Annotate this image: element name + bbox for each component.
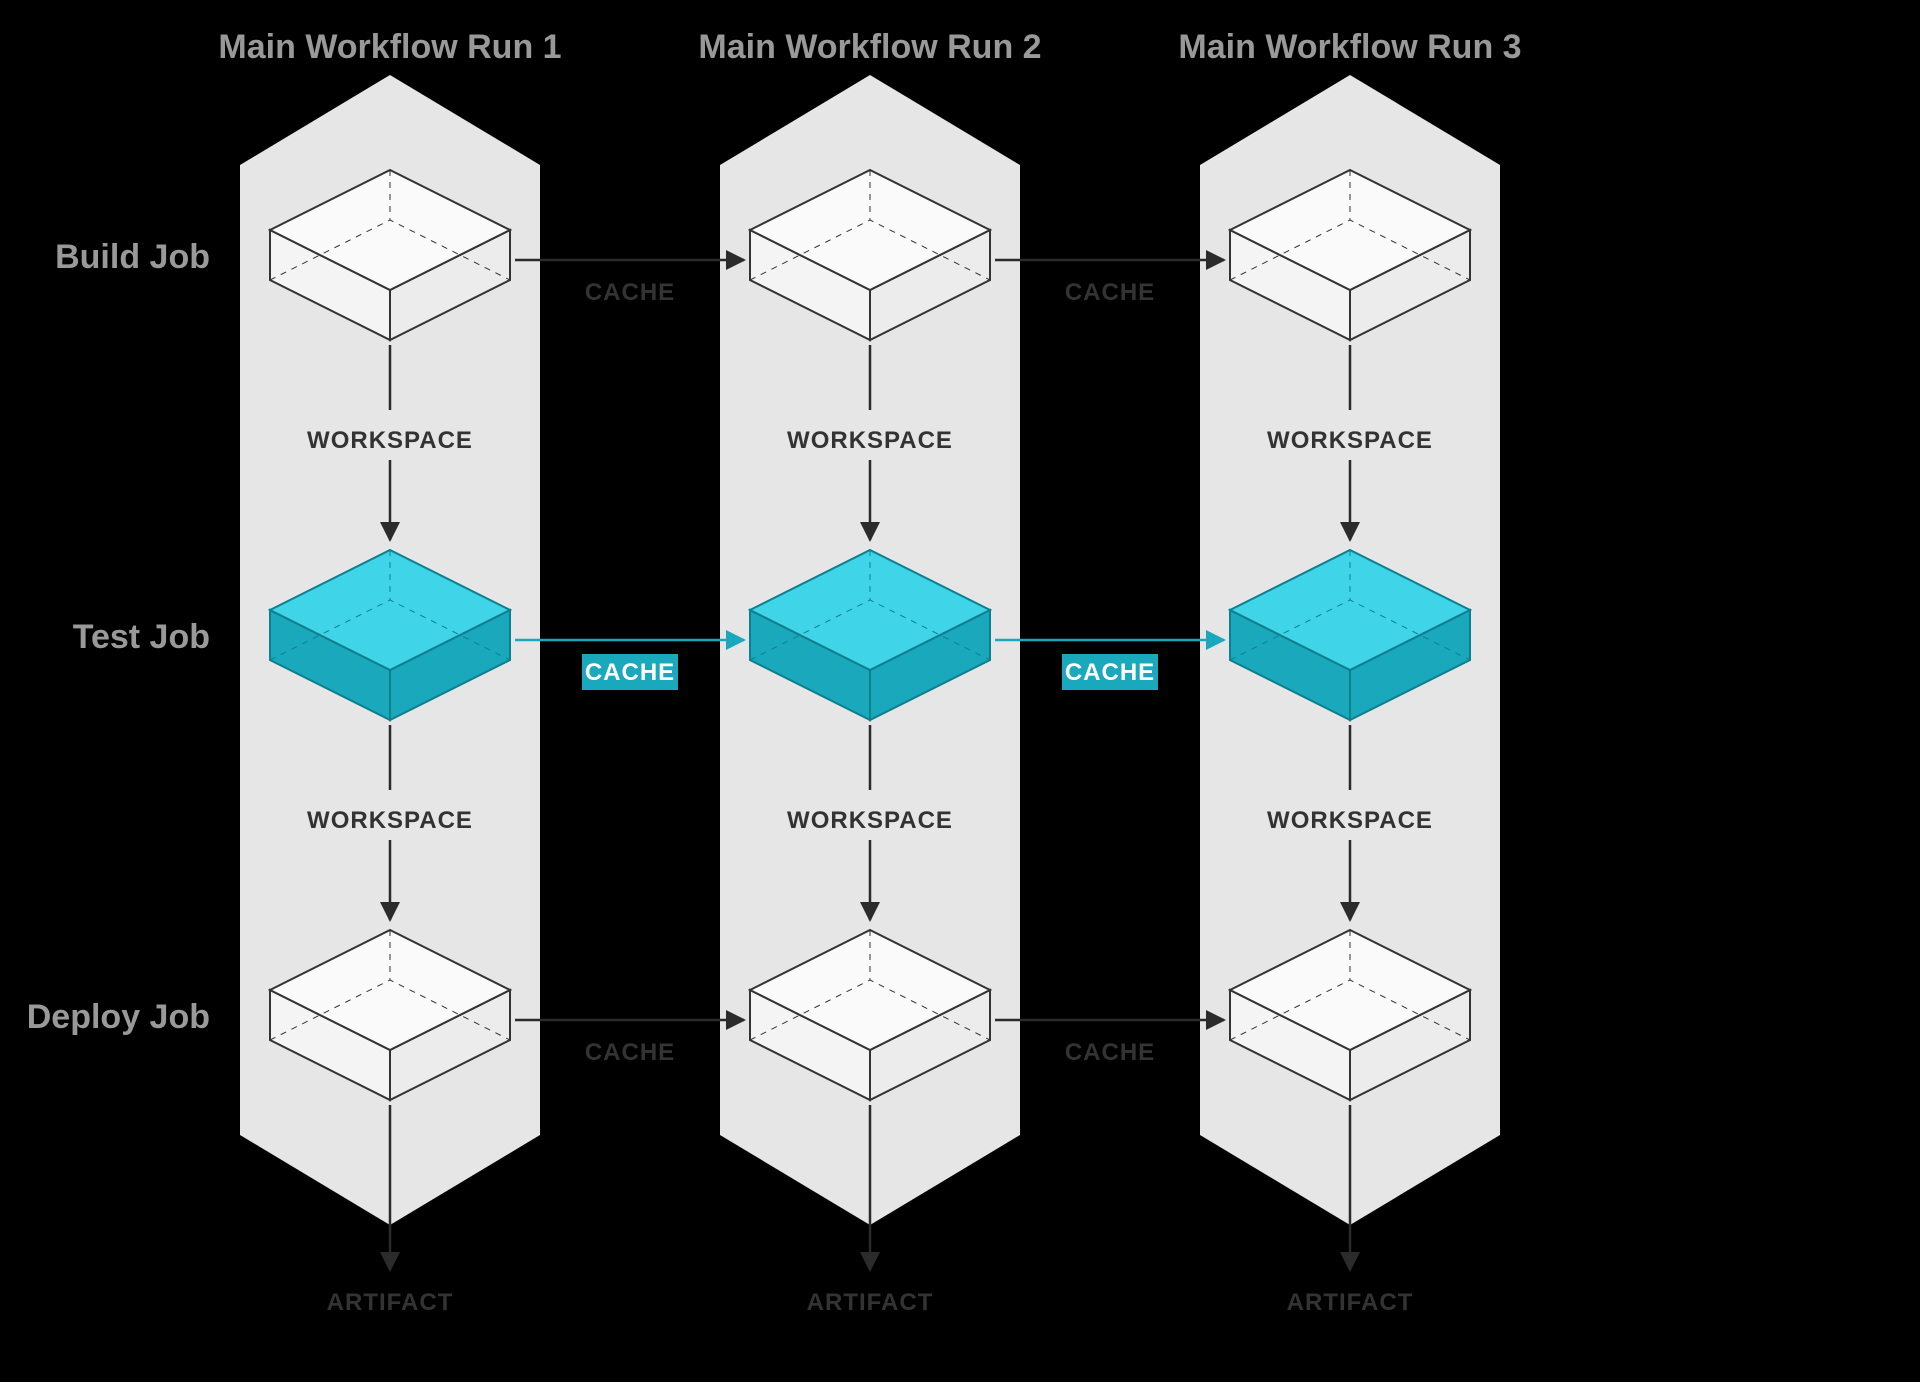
workspace-label: WORKSPACE xyxy=(1267,427,1433,454)
workspace-label: WORKSPACE xyxy=(307,807,473,834)
column-title-1: Main Workflow Run 1 xyxy=(218,28,561,66)
artifact-label: ARTIFACT xyxy=(1287,1289,1414,1316)
artifact-label: ARTIFACT xyxy=(327,1289,454,1316)
workspace-label: WORKSPACE xyxy=(787,807,953,834)
cache-badge-2: CACHE xyxy=(1062,654,1158,690)
column-title-2: Main Workflow Run 2 xyxy=(698,28,1041,66)
artifact-label: ARTIFACT xyxy=(807,1289,934,1316)
diagram-svg: Main Workflow Run 1 Main Workflow Run 2 … xyxy=(0,0,1920,1382)
row-title-test: Test Job xyxy=(73,618,210,656)
cache-label: CACHE xyxy=(1065,1039,1155,1066)
cache-badge-1: CACHE xyxy=(582,654,678,690)
row-title-build: Build Job xyxy=(55,238,210,276)
diagram-stage: Main Workflow Run 1 Main Workflow Run 2 … xyxy=(0,0,1920,1382)
workspace-label: WORKSPACE xyxy=(1267,807,1433,834)
cache-label: CACHE xyxy=(1065,279,1155,306)
workspace-label: WORKSPACE xyxy=(787,427,953,454)
workspace-label: WORKSPACE xyxy=(307,427,473,454)
row-title-deploy: Deploy Job xyxy=(27,998,210,1036)
column-title-3: Main Workflow Run 3 xyxy=(1178,28,1521,66)
cache-badge-label: CACHE xyxy=(585,659,675,686)
cache-label: CACHE xyxy=(585,279,675,306)
cache-badge-label: CACHE xyxy=(1065,659,1155,686)
cache-label: CACHE xyxy=(585,1039,675,1066)
